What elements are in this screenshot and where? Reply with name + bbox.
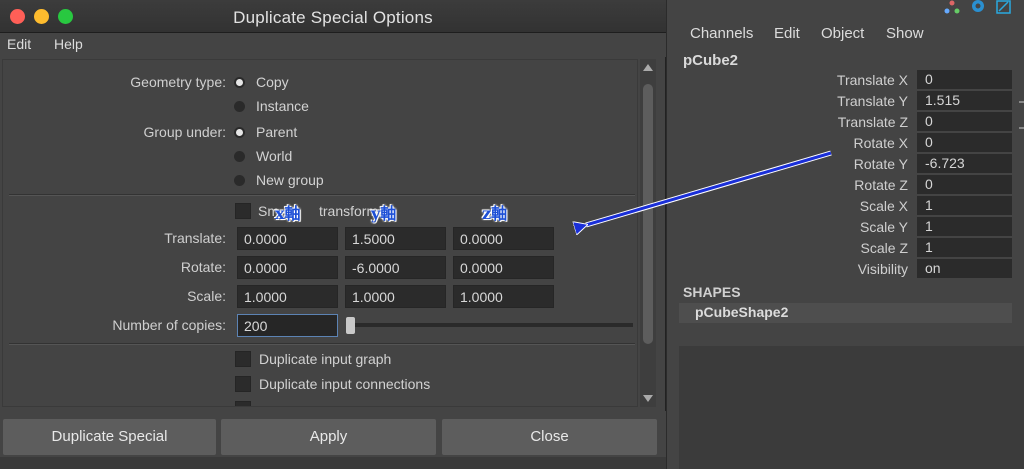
rotate-x-field[interactable]: 0.0000: [237, 256, 338, 279]
copies-field[interactable]: 200: [237, 314, 338, 337]
translate-z-field[interactable]: 0.0000: [453, 227, 554, 250]
edit-menu[interactable]: Edit: [774, 25, 800, 42]
annotation-y-axis: y軸: [371, 204, 397, 223]
rotate-y-attr-label[interactable]: Rotate Y: [854, 156, 908, 172]
node-editor-icon[interactable]: [944, 0, 960, 14]
radio-parent[interactable]: [234, 127, 245, 138]
translate-z-attr-value[interactable]: 0: [917, 112, 1012, 131]
close-button[interactable]: Close: [442, 419, 657, 455]
smart-transform-label-end[interactable]: transform: [319, 203, 378, 219]
dialog-title: Duplicate Special Options: [233, 8, 433, 27]
copies-label: Number of copies:: [112, 317, 226, 333]
scale-z-attr-label[interactable]: Scale Z: [861, 240, 908, 256]
scroll-tick: [1019, 101, 1024, 103]
translate-label: Translate:: [164, 230, 226, 246]
show-menu[interactable]: Show: [886, 25, 924, 42]
object-name: pCube2: [683, 52, 739, 69]
annotation-x-axis: x軸: [275, 204, 301, 223]
scale-x-field[interactable]: 1.0000: [237, 285, 338, 308]
options-scrollbar[interactable]: [640, 59, 656, 407]
channels-menu[interactable]: Channels: [690, 25, 753, 42]
rotate-label: Rotate:: [180, 259, 226, 275]
divider: [9, 195, 635, 196]
translate-y-attr-value[interactable]: 1.515: [917, 91, 1012, 110]
partial-checkbox[interactable]: [235, 401, 251, 406]
object-menu[interactable]: Object: [821, 25, 864, 42]
duplicate-special-button[interactable]: Duplicate Special: [3, 419, 216, 455]
copies-slider-track[interactable]: [348, 323, 633, 327]
visibility-attr-value[interactable]: on: [917, 259, 1012, 278]
radio-world-label[interactable]: World: [256, 148, 292, 164]
translate-y-attr-label[interactable]: Translate Y: [837, 93, 908, 109]
radio-new-group[interactable]: [234, 175, 245, 186]
rotate-y-attr-value[interactable]: -6.723: [917, 154, 1012, 173]
translate-z-attr-label[interactable]: Translate Z: [838, 114, 908, 130]
scale-label: Scale:: [187, 288, 226, 304]
scale-y-attr-label[interactable]: Scale Y: [860, 219, 908, 235]
viewport-strip: [0, 457, 666, 469]
toolbar-icons: [934, 0, 1024, 16]
translate-y-field[interactable]: 1.5000: [345, 227, 446, 250]
rotate-z-field[interactable]: 0.0000: [453, 256, 554, 279]
tool-settings-icon[interactable]: [996, 0, 1012, 14]
translate-x-field[interactable]: 0.0000: [237, 227, 338, 250]
menu-edit[interactable]: Edit: [7, 36, 31, 52]
radio-copy-label[interactable]: Copy: [256, 74, 289, 90]
scale-x-attr-value[interactable]: 1: [917, 196, 1012, 215]
channel-box: Channels Edit Object Show pCube2 Transla…: [667, 0, 1024, 469]
options-panel: Geometry type: Copy Instance Group under…: [2, 59, 638, 407]
menu-help[interactable]: Help: [54, 36, 83, 52]
scale-x-attr-label[interactable]: Scale X: [860, 198, 908, 214]
scale-y-attr-value[interactable]: 1: [917, 217, 1012, 236]
radio-parent-label[interactable]: Parent: [256, 124, 297, 140]
duplicate-input-connections-checkbox[interactable]: [235, 376, 251, 392]
attribute-editor-icon[interactable]: [970, 0, 986, 14]
copies-slider-handle[interactable]: [346, 317, 355, 334]
rotate-z-attr-value[interactable]: 0: [917, 175, 1012, 194]
apply-button[interactable]: Apply: [221, 419, 436, 455]
smart-transform-checkbox[interactable]: [235, 203, 251, 219]
scroll-thumb[interactable]: [643, 84, 653, 344]
scroll-down-arrow-icon[interactable]: [643, 395, 653, 402]
duplicate-input-graph-label[interactable]: Duplicate input graph: [259, 351, 391, 367]
radio-copy[interactable]: [234, 77, 245, 88]
inputs-panel: [679, 346, 1024, 469]
dialog-menubar: Edit Help: [0, 33, 666, 57]
duplicate-input-connections-label[interactable]: Duplicate input connections: [259, 376, 430, 392]
radio-instance[interactable]: [234, 101, 245, 112]
visibility-attr-label[interactable]: Visibility: [858, 261, 908, 277]
duplicate-input-graph-checkbox[interactable]: [235, 351, 251, 367]
title-bar[interactable]: Duplicate Special Options: [0, 0, 666, 33]
rotate-y-field[interactable]: -6.0000: [345, 256, 446, 279]
rotate-x-attr-value[interactable]: 0: [917, 133, 1012, 152]
scale-y-field[interactable]: 1.0000: [345, 285, 446, 308]
annotation-z-axis: z軸: [482, 204, 508, 223]
radio-new-group-label[interactable]: New group: [256, 172, 324, 188]
radio-world[interactable]: [234, 151, 245, 162]
scale-z-attr-value[interactable]: 1: [917, 238, 1012, 257]
geometry-type-label: Geometry type:: [130, 74, 226, 90]
group-under-label: Group under:: [143, 124, 227, 140]
shape-item[interactable]: pCubeShape2: [679, 303, 1012, 323]
scale-z-field[interactable]: 1.0000: [453, 285, 554, 308]
divider: [9, 344, 635, 345]
translate-x-attr-value[interactable]: 0: [917, 70, 1012, 89]
rotate-x-attr-label[interactable]: Rotate X: [854, 135, 908, 151]
scroll-tick: [1019, 127, 1024, 129]
scroll-up-arrow-icon[interactable]: [643, 64, 653, 71]
rotate-z-attr-label[interactable]: Rotate Z: [854, 177, 908, 193]
translate-x-attr-label[interactable]: Translate X: [837, 72, 908, 88]
duplicate-special-dialog: Duplicate Special Options Edit Help Geom…: [0, 0, 666, 469]
radio-instance-label[interactable]: Instance: [256, 98, 309, 114]
shapes-header: SHAPES: [683, 284, 741, 300]
